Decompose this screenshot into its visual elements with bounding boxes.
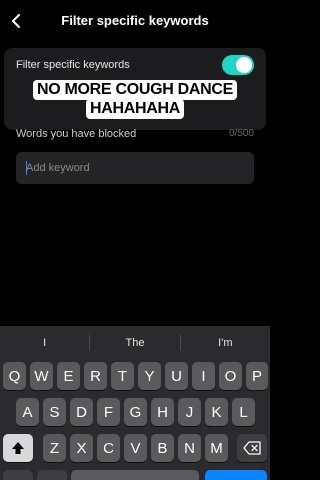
key-n[interactable]: N	[178, 434, 201, 462]
key-k[interactable]: K	[205, 398, 228, 426]
return-key[interactable]	[205, 470, 267, 480]
numbers-key[interactable]	[3, 470, 33, 480]
key-q[interactable]: Q	[3, 362, 26, 390]
add-keyword-input[interactable]	[16, 152, 254, 184]
key-y[interactable]: Y	[138, 362, 161, 390]
filter-toggle-label: Filter specific keywords	[16, 59, 130, 71]
key-z[interactable]: Z	[43, 434, 66, 462]
text-caret	[26, 161, 27, 175]
shift-key[interactable]	[3, 434, 33, 462]
filter-toggle[interactable]	[222, 55, 254, 75]
caption-line-2: HAHAHAHA	[85, 99, 185, 119]
key-h[interactable]: H	[151, 398, 174, 426]
key-j[interactable]: J	[178, 398, 201, 426]
key-p[interactable]: P	[246, 362, 268, 390]
header-bar: Filter specific keywords	[0, 0, 270, 44]
key-m[interactable]: M	[205, 434, 228, 462]
video-caption-overlay: NO MORE COUGH DANCE HAHAHAHA	[0, 80, 270, 119]
key-r[interactable]: R	[84, 362, 107, 390]
toggle-knob	[236, 57, 252, 73]
key-v[interactable]: V	[124, 434, 147, 462]
suggestion-1[interactable]: I	[0, 337, 89, 349]
suggestion-3[interactable]: I'm	[181, 337, 270, 349]
key-l[interactable]: L	[232, 398, 255, 426]
key-u[interactable]: U	[165, 362, 188, 390]
key-t[interactable]: T	[111, 362, 134, 390]
suggestion-bar: I The I'm	[0, 326, 270, 360]
key-x[interactable]: X	[70, 434, 93, 462]
key-w[interactable]: W	[30, 362, 53, 390]
key-f[interactable]: F	[97, 398, 120, 426]
key-o[interactable]: O	[219, 362, 242, 390]
emoji-key[interactable]	[37, 470, 67, 480]
backspace-icon	[243, 441, 261, 455]
suggestion-2[interactable]: The	[90, 337, 179, 349]
key-s[interactable]: S	[43, 398, 66, 426]
key-b[interactable]: B	[151, 434, 174, 462]
key-i[interactable]: I	[192, 362, 215, 390]
shift-arrow-icon	[12, 442, 24, 454]
key-g[interactable]: G	[124, 398, 147, 426]
caption-line-1: NO MORE COUGH DANCE	[32, 80, 238, 100]
on-screen-keyboard: I The I'm Q W E R T Y U I O P A S D F G …	[0, 326, 270, 480]
blocked-words-count: 0/500	[228, 128, 254, 139]
key-e[interactable]: E	[57, 362, 80, 390]
backspace-key[interactable]	[237, 434, 267, 462]
page-title: Filter specific keywords	[61, 13, 209, 28]
key-d[interactable]: D	[70, 398, 93, 426]
key-c[interactable]: C	[97, 434, 120, 462]
space-key[interactable]	[71, 470, 199, 480]
blocked-words-label: Words you have blocked	[16, 128, 137, 140]
key-a[interactable]: A	[16, 398, 39, 426]
